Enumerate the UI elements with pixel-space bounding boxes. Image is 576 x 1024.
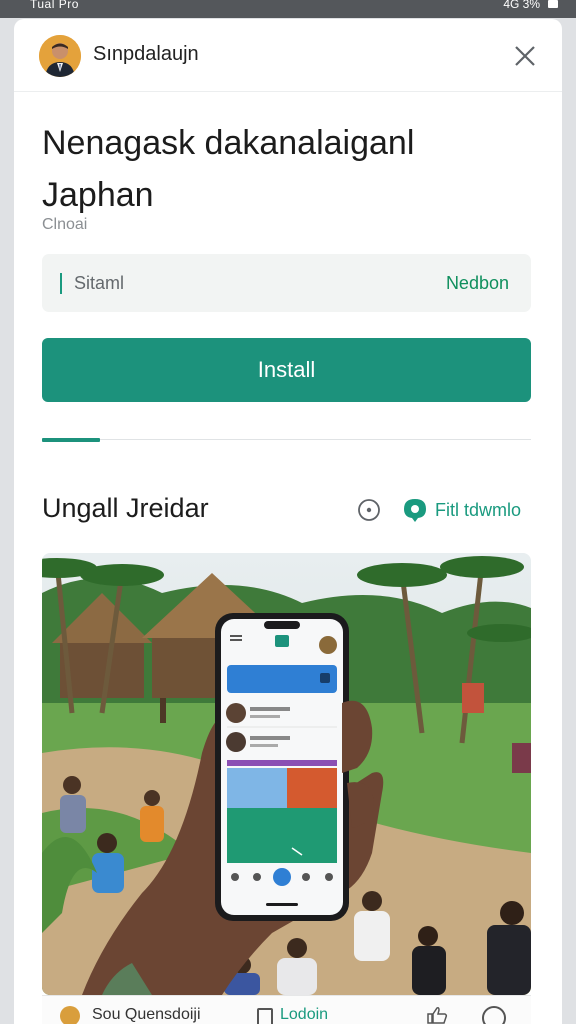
field-value: Sitaml (74, 273, 125, 293)
close-icon (515, 46, 535, 66)
status-bar: Tual Pro 4G 3% (0, 0, 576, 18)
footer-link[interactable]: Lodoin (280, 1006, 328, 1024)
footer-label[interactable]: Sou Quensdoiji (92, 1006, 201, 1024)
section-title: Ungall Jreidar (42, 493, 209, 523)
status-left-text: Tual Pro (30, 0, 79, 11)
text-cursor (60, 273, 62, 294)
hero-image (42, 553, 531, 995)
page-title: Nenagask dakanalaiganl Japhan (42, 124, 415, 214)
close-button[interactable] (510, 41, 540, 71)
tab-indicator (42, 438, 100, 442)
share-icon (404, 499, 426, 522)
info-button[interactable] (357, 498, 381, 522)
sheet-header: Sınpdalaujn (14, 19, 562, 92)
text-field[interactable]: Sitaml Nedbon (42, 254, 531, 312)
field-action-link[interactable]: Nedbon (446, 273, 509, 294)
more-options-icon[interactable] (482, 1006, 506, 1024)
bookmark-icon[interactable] (257, 1008, 273, 1024)
battery-icon (548, 0, 558, 8)
app-name: Sınpdalaujn (93, 43, 199, 65)
footer-row: Sou Quensdoiji Lodoin (42, 995, 531, 1024)
app-avatar (39, 35, 81, 77)
tab-divider (42, 439, 531, 440)
person-avatar-icon (39, 35, 81, 77)
info-icon (358, 499, 380, 521)
footer-avatar (60, 1006, 80, 1024)
status-icons: 4G 3% (503, 0, 558, 11)
village-phone-photo (42, 553, 531, 995)
like-button[interactable] (426, 1006, 448, 1024)
share-label[interactable]: Fitl tdwmlo (435, 500, 521, 521)
install-button[interactable]: Install (42, 338, 531, 402)
share-button[interactable] (401, 496, 429, 524)
install-sheet: Sınpdalaujn Nenagask dakanalaiganl Japha… (14, 19, 562, 1024)
page-subtitle: Clnoai (42, 216, 88, 233)
thumbs-up-icon (427, 1007, 448, 1024)
status-right-text: 4G 3% (503, 0, 540, 11)
